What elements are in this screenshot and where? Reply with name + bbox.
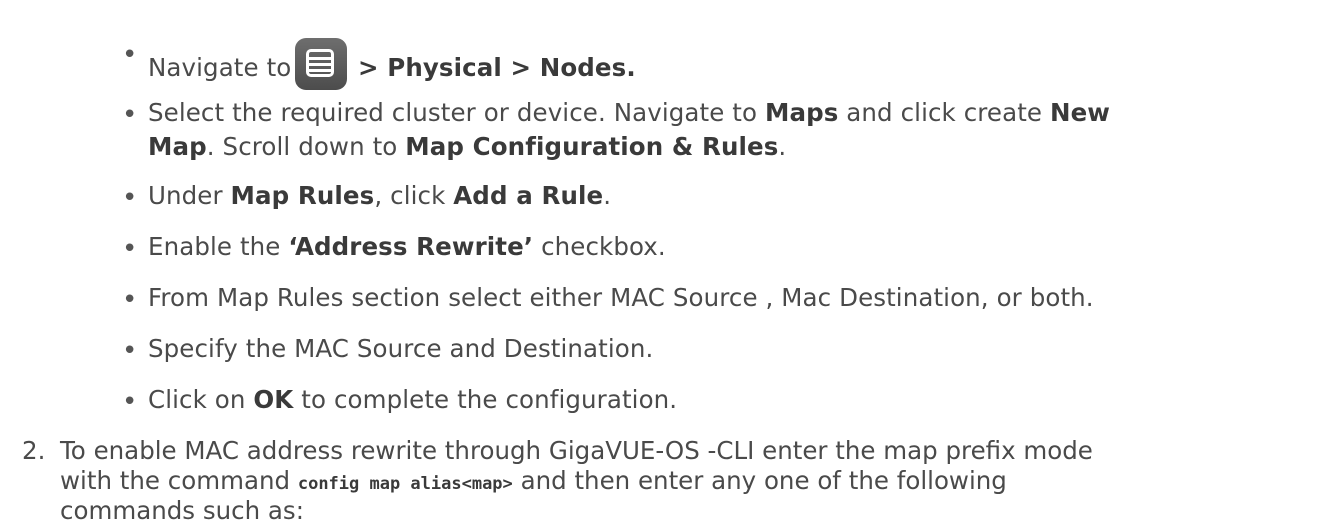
list-item-continued: Map. Scroll down to Map Configuration & … (148, 132, 787, 161)
bullet-dot: • (122, 100, 138, 130)
bullet-dot: • (122, 387, 138, 417)
bullet-dot: • (122, 40, 138, 70)
bullet-dot: • (122, 183, 138, 213)
paragraph-line: with the command config map alias<map> a… (60, 466, 1007, 495)
document-page: • Navigate to > Physical > Nodes. • Sele… (0, 0, 1323, 525)
item-number: 2. (22, 436, 46, 465)
list-item: Under Map Rules, click Add a Rule. (148, 181, 612, 210)
list-item: Specify the MAC Source and Destination. (148, 334, 654, 363)
list-item: From Map Rules section select either MAC… (148, 283, 1094, 312)
paragraph-line: To enable MAC address rewrite through Gi… (60, 436, 1093, 465)
list-item: Enable the ‘Address Rewrite’ checkbox. (148, 232, 666, 261)
list-item: Select the required cluster or device. N… (148, 98, 1111, 127)
bullet-dot: • (122, 285, 138, 315)
cli-command: config map alias<map> (297, 474, 513, 494)
menu-icon (295, 38, 348, 90)
bullet-dot: • (122, 336, 138, 366)
paragraph-line: commands such as: (60, 496, 304, 525)
bullet-dot: • (122, 234, 138, 264)
list-item: Navigate to > Physical > Nodes. (148, 38, 636, 90)
list-item: Click on OK to complete the configuratio… (148, 385, 678, 414)
